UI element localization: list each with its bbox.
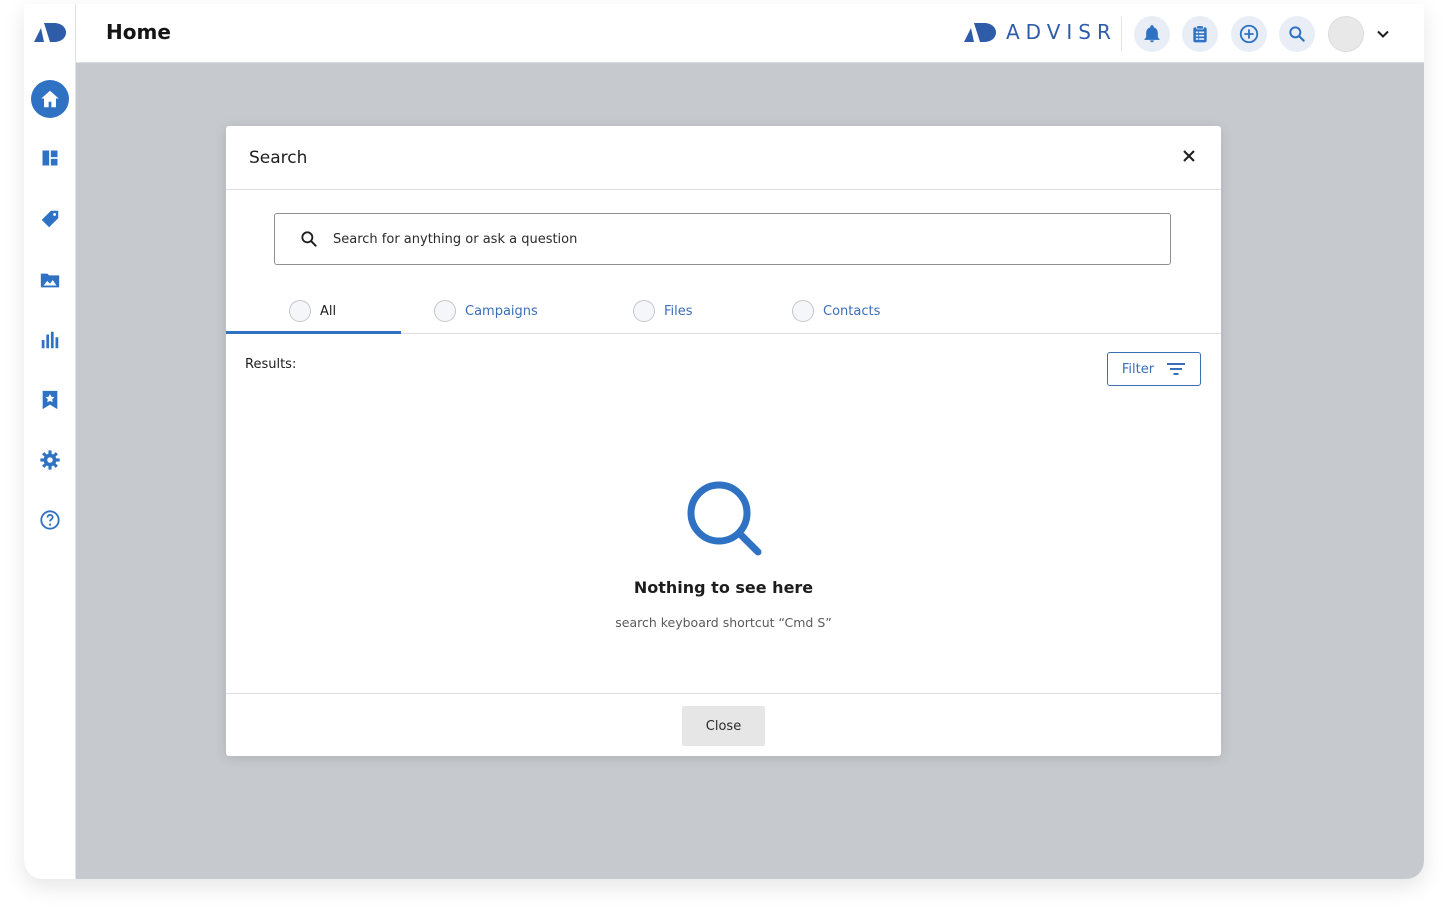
search-icon xyxy=(1289,26,1305,42)
modal-title: Search xyxy=(249,148,308,168)
close-icon xyxy=(1183,150,1195,162)
page-title: Home xyxy=(106,20,171,44)
logo-icon xyxy=(34,23,66,42)
home-icon xyxy=(40,90,59,108)
add-circle-icon xyxy=(1239,24,1259,44)
chevron-down-icon xyxy=(1377,30,1389,38)
clipboard-icon xyxy=(1193,25,1207,43)
sidebar-item-home[interactable] xyxy=(24,80,75,118)
bookmark-star-icon xyxy=(42,390,57,410)
filter-icon xyxy=(1167,363,1186,375)
modal-header: Search xyxy=(226,126,1221,190)
search-button[interactable] xyxy=(1279,16,1315,52)
radio-button[interactable] xyxy=(289,300,311,322)
avatar[interactable] xyxy=(1328,16,1364,52)
sidebar-item-settings[interactable] xyxy=(24,449,75,471)
tasks-button[interactable] xyxy=(1182,16,1218,52)
radio-button[interactable] xyxy=(434,300,456,322)
filter-label: Filter xyxy=(1121,361,1155,377)
brand-name: ADVISR xyxy=(1006,20,1117,44)
sidebar-item-analytics[interactable] xyxy=(24,329,75,351)
tab-label: Files xyxy=(664,303,693,319)
radio-button[interactable] xyxy=(792,300,814,322)
notifications-button[interactable] xyxy=(1134,16,1170,52)
tab-files[interactable]: Files xyxy=(633,300,693,322)
tab-all[interactable]: All xyxy=(289,300,336,322)
tag-icon xyxy=(41,210,58,228)
tab-label: All xyxy=(320,303,337,319)
sidebar-item-media[interactable] xyxy=(24,269,75,291)
sidebar xyxy=(24,4,76,879)
help-icon xyxy=(39,510,60,530)
app-logo xyxy=(32,20,68,48)
search-modal: Search All Campaign xyxy=(226,126,1221,756)
bell-icon xyxy=(1144,25,1160,43)
search-icon xyxy=(299,229,319,249)
search-tabs: All Campaigns Files Contacts xyxy=(226,294,1221,334)
filter-button[interactable]: Filter xyxy=(1107,352,1201,386)
search-input[interactable] xyxy=(331,230,1135,248)
dashboard-icon xyxy=(42,150,57,166)
divider xyxy=(1121,17,1122,51)
brand-mark-icon xyxy=(964,23,996,42)
tab-campaigns[interactable]: Campaigns xyxy=(434,300,538,322)
bar-chart-icon xyxy=(41,331,58,349)
image-folder-icon xyxy=(40,273,59,288)
empty-search-icon xyxy=(684,478,764,562)
radio-button[interactable] xyxy=(633,300,655,322)
sidebar-item-bookmarks[interactable] xyxy=(24,389,75,411)
active-tab-indicator xyxy=(226,331,401,334)
tab-contacts[interactable]: Contacts xyxy=(792,300,880,322)
empty-state-subtitle: search keyboard shortcut “Cmd S” xyxy=(615,615,832,630)
close-button[interactable]: Close xyxy=(682,706,765,746)
top-bar: Home ADVISR xyxy=(24,4,1424,63)
search-field[interactable] xyxy=(274,213,1171,265)
results-label: Results: xyxy=(245,357,297,372)
tab-label: Campaigns xyxy=(465,303,538,319)
gear-icon xyxy=(39,450,60,470)
sidebar-item-help[interactable] xyxy=(24,509,75,531)
brand-logo: ADVISR xyxy=(962,20,1117,44)
app-window: Home ADVISR Search Search for anything o… xyxy=(24,4,1424,879)
modal-close-button[interactable] xyxy=(1181,148,1197,168)
sidebar-item-dashboard[interactable] xyxy=(24,148,75,168)
sidebar-item-tags[interactable] xyxy=(24,208,75,230)
account-menu-toggle[interactable] xyxy=(1376,26,1390,45)
tab-label: Contacts xyxy=(823,303,881,319)
add-button[interactable] xyxy=(1231,16,1267,52)
empty-state-title: Nothing to see here xyxy=(633,578,814,597)
modal-footer: Close xyxy=(226,693,1221,757)
